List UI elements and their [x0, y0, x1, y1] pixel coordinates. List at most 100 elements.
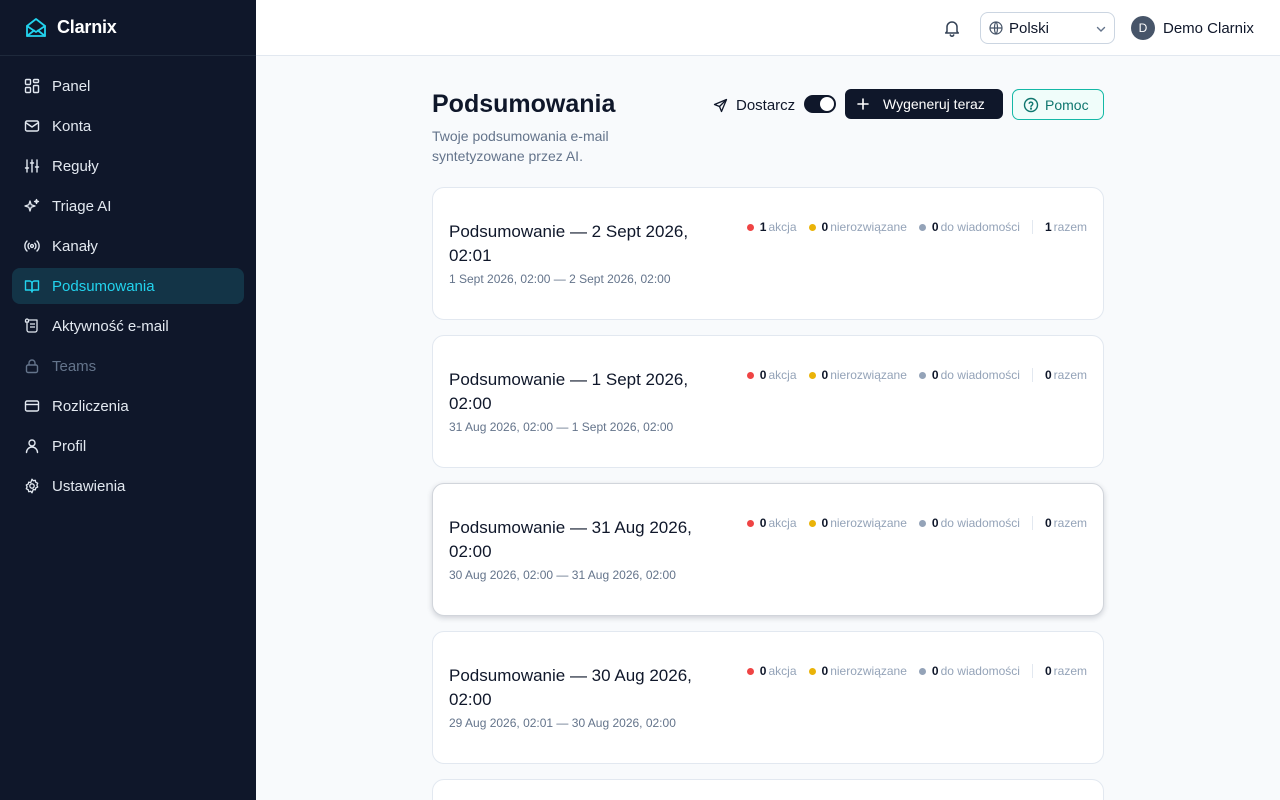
sidebar-item-kanaly[interactable]: Kanały [12, 228, 244, 264]
sidebar-item-label: Rozliczenia [52, 397, 129, 415]
sidebar-item-reguly[interactable]: Reguły [12, 148, 244, 184]
stat-to-message: 0 do wiadomości [918, 220, 1020, 234]
globe-icon [989, 21, 1003, 35]
language-value: Polski [1009, 19, 1050, 37]
stat-unresolved: 0 nierozwiązane [808, 368, 907, 382]
sidebar-item-rozliczenia[interactable]: Rozliczenia [12, 388, 244, 424]
sidebar-item-label: Konta [52, 117, 92, 135]
action-dot-icon [746, 519, 754, 527]
chevron-down-icon [1094, 22, 1108, 36]
digest-stats: 0 akcja 0 nierozwiązane 0 do wiadomości 0 ra… [746, 368, 1087, 382]
to-message-dot-icon [918, 371, 926, 379]
sidebar-item-label: Teams [52, 357, 97, 375]
sidebar-item-label: Kanały [52, 237, 98, 255]
stat-total: 0 razem [1044, 368, 1087, 382]
book-open-icon [24, 278, 40, 294]
stats-divider [1031, 368, 1033, 382]
stat-unresolved: 0 nierozwiązane [808, 516, 907, 530]
stat-action: 0 akcja [746, 664, 797, 678]
sidebar-item-label: Aktywność e-mail [52, 317, 169, 335]
digest-title: Podsumowanie — 30 Aug 2026, 02:00 [449, 666, 692, 709]
sidebar-item-label: Reguły [52, 157, 99, 175]
sidebar-item-profil[interactable]: Profil [12, 428, 244, 464]
stat-to-message: 0 do wiadomości [918, 368, 1020, 382]
sparkles-icon [24, 198, 40, 214]
sidebar-item-panel[interactable]: Panel [12, 68, 244, 104]
lock-icon [24, 358, 40, 374]
sidebar-item-konta[interactable]: Konta [12, 108, 244, 144]
user-menu[interactable]: D Demo Clarnix [1131, 16, 1254, 40]
digest-range: 29 Aug 2026, 02:01 — 30 Aug 2026, 02:00 [449, 716, 676, 730]
stat-action: 0 akcja [746, 516, 797, 530]
sidebar-item-label: Podsumowania [52, 277, 155, 295]
scroll-text-icon [24, 318, 40, 334]
toggle-knob [820, 97, 834, 111]
generate-now-button[interactable]: Wygeneruj teraz [845, 89, 1003, 119]
brand[interactable]: Clarnix [0, 0, 256, 56]
generate-now-label: Wygeneruj teraz [883, 96, 985, 112]
language-select[interactable]: Polski [980, 12, 1115, 44]
user-icon [24, 438, 40, 454]
deliver-toggle[interactable] [804, 95, 836, 113]
sidebar: Clarnix Panel Konta Reguły Triage AI Kan… [0, 0, 256, 800]
help-button[interactable]: Pomoc [1012, 89, 1104, 120]
digest-title: Podsumowanie — 31 Aug 2026, 02:00 [449, 518, 692, 561]
stat-total: 1 razem [1044, 220, 1087, 234]
unresolved-dot-icon [808, 223, 816, 231]
stat-action: 1 akcja [746, 220, 797, 234]
to-message-dot-icon [918, 519, 926, 527]
deliver-label: Dostarcz [713, 95, 795, 115]
help-label: Pomoc [1045, 96, 1089, 113]
help-circle-icon [1023, 97, 1039, 113]
notifications-bell-icon[interactable] [940, 16, 964, 40]
to-message-dot-icon [918, 667, 926, 675]
digest-stats: 0 akcja 0 nierozwiązane 0 do wiadomości 0 ra… [746, 664, 1087, 678]
digest-stats: 1 akcja 0 nierozwiązane 0 do wiadomości 1 ra… [746, 220, 1087, 234]
action-dot-icon [746, 371, 754, 379]
sidebar-item-teams: Teams [12, 348, 244, 384]
deliver-text: Dostarcz [736, 96, 796, 114]
stat-to-message: 0 do wiadomości [918, 516, 1020, 530]
stat-total: 0 razem [1044, 516, 1087, 530]
user-name: Demo Clarnix [1163, 19, 1254, 37]
stat-unresolved: 0 nierozwiązane [808, 220, 907, 234]
credit-card-icon [24, 398, 40, 414]
sidebar-item-label: Ustawienia [52, 477, 126, 495]
stat-total: 0 razem [1044, 664, 1087, 678]
stat-to-message: 0 do wiadomości [918, 664, 1020, 678]
digest-title: Podsumowanie — 2 Sept 2026, 02:01 [449, 222, 689, 265]
digest-card[interactable]: Podsumowanie — 30 Aug 2026, 02:00 29 Aug… [432, 631, 1104, 764]
gear-icon [24, 478, 40, 494]
sidebar-item-podsumowania[interactable]: Podsumowania [12, 268, 244, 304]
sidebar-item-triage-ai[interactable]: Triage AI [12, 188, 244, 224]
sidebar-item-label: Panel [52, 77, 91, 95]
avatar: D [1131, 16, 1155, 40]
unresolved-dot-icon [808, 519, 816, 527]
stats-divider [1031, 664, 1033, 678]
mail-icon [24, 118, 40, 134]
digest-title: Podsumowanie — 1 Sept 2026, 02:00 [449, 370, 689, 413]
sidebar-item-label: Triage AI [52, 197, 112, 215]
top-bar: Polski D Demo Clarnix [256, 0, 1280, 56]
sidebar-item-label: Profil [52, 437, 87, 455]
digest-card[interactable] [432, 779, 1104, 800]
sidebar-item-ustawienia[interactable]: Ustawienia [12, 468, 244, 504]
plus-icon [857, 98, 869, 110]
sidebar-nav: Panel Konta Reguły Triage AI Kanały Pods… [0, 56, 256, 504]
sliders-icon [24, 158, 40, 174]
digest-card[interactable]: Podsumowanie — 2 Sept 2026, 02:01 1 Sept… [432, 187, 1104, 320]
dashboard-grid-icon [24, 78, 40, 94]
page-title: Podsumowania [432, 90, 616, 118]
digest-range: 1 Sept 2026, 02:00 — 2 Sept 2026, 02:00 [449, 272, 671, 286]
action-dot-icon [746, 667, 754, 675]
digest-stats: 0 akcja 0 nierozwiązane 0 do wiadomości 0 ra… [746, 516, 1087, 530]
stat-action: 0 akcja [746, 368, 797, 382]
sidebar-item-aktywnosc-email[interactable]: Aktywność e-mail [12, 308, 244, 344]
digest-range: 30 Aug 2026, 02:00 — 31 Aug 2026, 02:00 [449, 568, 676, 582]
stats-divider [1031, 516, 1033, 530]
digest-card[interactable]: Podsumowanie — 31 Aug 2026, 02:00 30 Aug… [432, 483, 1104, 616]
action-dot-icon [746, 223, 754, 231]
digest-card[interactable]: Podsumowanie — 1 Sept 2026, 02:00 31 Aug… [432, 335, 1104, 468]
stat-unresolved: 0 nierozwiązane [808, 664, 907, 678]
app-name: Clarnix [57, 17, 117, 37]
